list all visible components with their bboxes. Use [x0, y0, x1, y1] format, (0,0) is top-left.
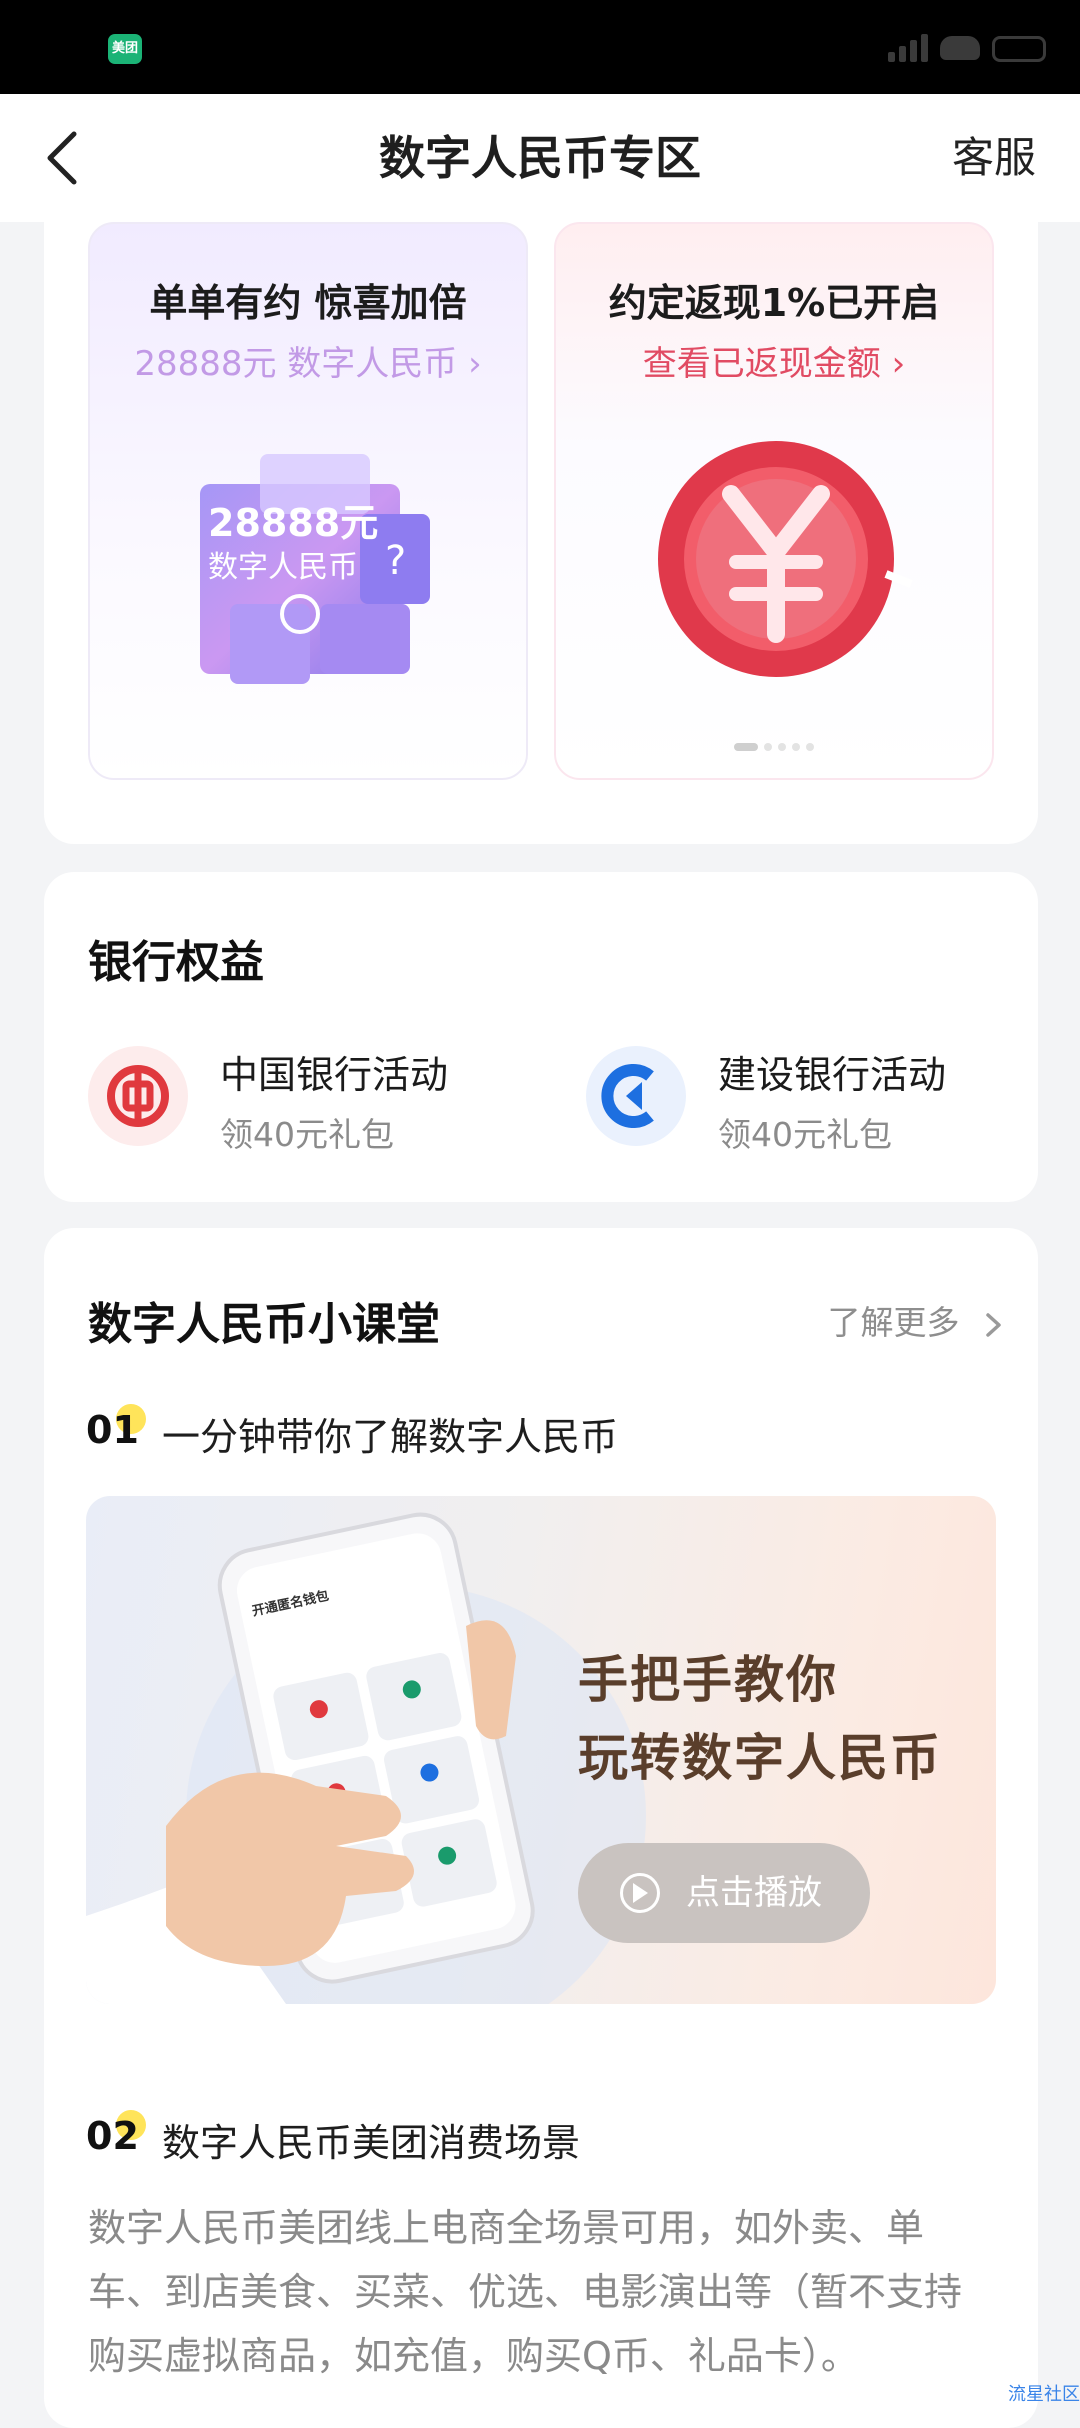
- bank-offer: 领40元礼包: [220, 1115, 394, 1154]
- step-title: 数字人民币美团消费场景: [162, 2121, 581, 2165]
- promo-bonus-tile[interactable]: 单单有约 惊喜加倍 28888元 数字人民币 › ? 28888元 数字人民币: [88, 222, 528, 780]
- bank-offer: 领40元礼包: [718, 1115, 892, 1154]
- carousel-dots: [556, 736, 992, 755]
- chevron-right-icon: [986, 1312, 1001, 1337]
- step-number: 01: [86, 1408, 139, 1452]
- status-bar: 美团: [0, 0, 1080, 94]
- cube-amount-text: 28888元: [208, 501, 379, 545]
- bank-item-ccb[interactable]: 建设银行活动 领40元礼包: [586, 1040, 1016, 1160]
- meituan-app-icon: 美团: [108, 34, 142, 64]
- bank-name: 建设银行活动: [718, 1053, 947, 1097]
- cashback-promo-tile[interactable]: 约定返现1%已开启 查看已返现金额 ›: [554, 222, 994, 780]
- promo-title: 单单有约 惊喜加倍: [149, 281, 467, 325]
- yuan-coin-icon: [658, 441, 913, 677]
- bank-item-boc[interactable]: 中国银行活动 领40元礼包: [88, 1040, 528, 1160]
- cube-currency-text: 数字人民币: [208, 550, 358, 585]
- bank-of-china-icon: [88, 1046, 188, 1146]
- svg-text:?: ?: [385, 538, 406, 584]
- video-headline-1: 手把手教你: [578, 1651, 838, 1709]
- bank-name: 中国银行活动: [220, 1053, 449, 1097]
- nav-header: 数字人民币专区 客服: [0, 94, 1080, 222]
- battery-icon: [992, 36, 1046, 62]
- signal-icon: [888, 34, 930, 62]
- video-banner[interactable]: 开通匿名钱包 手把手教你 玩转数字人民币: [86, 1496, 996, 2004]
- construction-bank-icon: [586, 1046, 686, 1146]
- learn-more-link[interactable]: 了解更多: [828, 1296, 1007, 1344]
- learn-more-label: 了解更多: [827, 1303, 960, 1342]
- watermark-text: 流星社区: [1008, 2384, 1080, 2405]
- page-title: 数字人民币专区: [379, 131, 701, 185]
- section-title: 银行权益: [88, 937, 264, 988]
- wifi-icon: [940, 36, 980, 60]
- promo-link[interactable]: 查看已返现金额 ›: [556, 336, 992, 385]
- customer-service-button[interactable]: 客服: [952, 94, 1036, 222]
- promo-title: 约定返现1%已开启: [608, 281, 940, 325]
- step-number: 02: [86, 2114, 139, 2158]
- play-triangle-icon: [633, 1883, 648, 1903]
- video-headline-2: 玩转数字人民币: [578, 1729, 942, 1787]
- step-title: 一分钟带你了解数字人民币: [162, 1415, 619, 1459]
- section-title: 数字人民币小课堂: [88, 1299, 440, 1350]
- play-label: 点击播放: [686, 1873, 822, 1913]
- bank-benefits-card: 银行权益 中国银行活动 领40元礼包 建设银行活动 领40元礼包: [44, 872, 1038, 1202]
- play-button[interactable]: 点击播放: [578, 1843, 870, 1943]
- promo-link[interactable]: 28888元 数字人民币 ›: [90, 336, 526, 385]
- scene-description: 数字人民币美团线上电商全场景可用，如外卖、单车、到店美食、买菜、优选、电影演出等…: [88, 2206, 963, 2378]
